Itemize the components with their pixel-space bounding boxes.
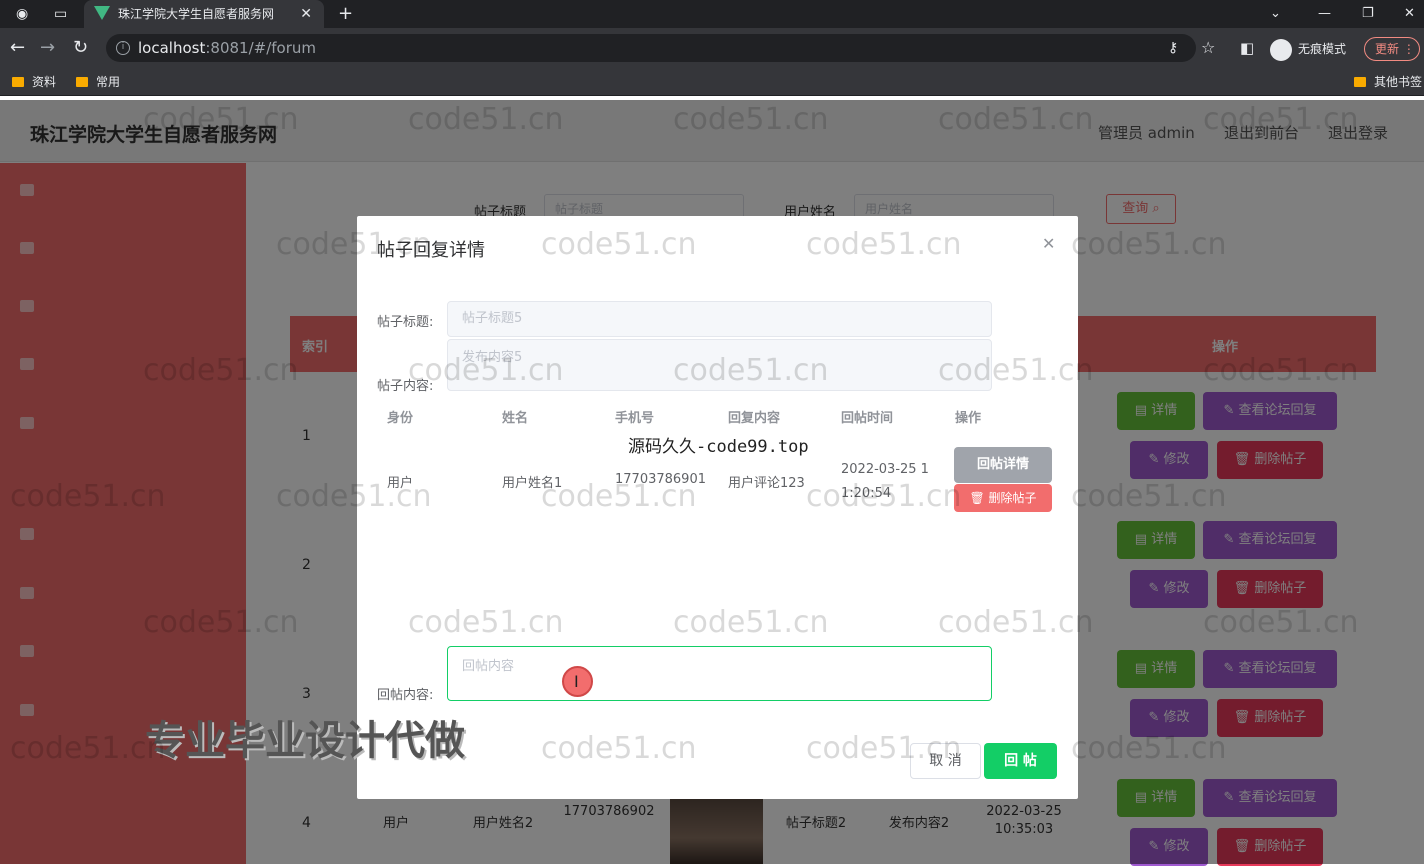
- browser-menu-icon[interactable]: ◉: [16, 0, 28, 28]
- tab-title: 珠江学院大学生自愿者服务网: [118, 7, 275, 21]
- watermark: code51.cn: [276, 227, 432, 262]
- post-title-label: 帖子标题:: [377, 315, 434, 330]
- other-bookmarks-label: 其他书签: [1374, 75, 1423, 89]
- tab-list-icon[interactable]: ⌄: [1270, 0, 1281, 28]
- promo-overlay-text: 专业毕业设计代做: [145, 718, 465, 764]
- forward-icon[interactable]: →: [40, 28, 55, 68]
- watermark: code51.cn: [938, 102, 1094, 137]
- folder-icon: [1354, 77, 1366, 87]
- new-tab-icon[interactable]: +: [338, 0, 353, 28]
- watermark: code51.cn: [673, 353, 829, 388]
- watermark: code51.cn: [541, 479, 697, 514]
- reply-textarea[interactable]: 回帖内容: [447, 646, 992, 701]
- watermark: code51.cn: [1071, 479, 1227, 514]
- watermark: code51.cn: [143, 353, 299, 388]
- site-info-icon[interactable]: i: [116, 41, 130, 55]
- post-title-field: 帖子标题5: [447, 301, 992, 337]
- watermark: code51.cn: [276, 479, 432, 514]
- key-icon[interactable]: ⚷: [1168, 28, 1178, 68]
- watermark: code51.cn: [1203, 605, 1359, 640]
- watermark: code51.cn: [143, 102, 299, 137]
- text-cursor-icon: I: [574, 672, 579, 691]
- reply-col-actions: 操作: [955, 411, 982, 426]
- star-icon[interactable]: ☆: [1201, 28, 1215, 68]
- incognito-indicator[interactable]: 无痕模式: [1270, 38, 1346, 61]
- update-label: 更新: [1375, 42, 1400, 56]
- reply-input-label: 回帖内容:: [377, 688, 434, 703]
- incognito-label: 无痕模式: [1298, 42, 1347, 56]
- watermark: code51.cn: [408, 353, 564, 388]
- watermark: code51.cn: [408, 102, 564, 137]
- reply-content: 用户评论123: [728, 476, 805, 491]
- browser-tab[interactable]: 珠江学院大学生自愿者服务网 ✕: [84, 0, 324, 28]
- reply-col-content: 回复内容: [728, 411, 781, 426]
- watermark: code51.cn: [10, 479, 166, 514]
- reply-detail-button[interactable]: 回帖详情: [954, 447, 1052, 483]
- watermark: code51.cn: [806, 731, 962, 766]
- center-overlay-text: 源码久久-code99.top: [628, 437, 809, 457]
- restore-icon[interactable]: ❐: [1362, 0, 1374, 28]
- tab-search-icon[interactable]: ▭: [54, 0, 67, 28]
- bookmark-changyong[interactable]: 常用: [76, 68, 120, 96]
- watermark: code51.cn: [408, 605, 564, 640]
- reply-col-time: 回帖时间: [841, 411, 894, 426]
- reply-col-name: 姓名: [502, 411, 529, 426]
- watermark: code51.cn: [806, 479, 962, 514]
- watermark: code51.cn: [10, 731, 166, 766]
- bookmark-label: 常用: [96, 75, 121, 89]
- reply-delete-label: 删除帖子: [988, 491, 1037, 505]
- watermark: code51.cn: [541, 227, 697, 262]
- reply-col-phone: 手机号: [615, 411, 655, 426]
- update-button[interactable]: 更新 ⋮: [1364, 37, 1420, 61]
- url-host: localhost: [138, 39, 206, 57]
- close-icon[interactable]: ✕: [1042, 234, 1055, 253]
- address-bar[interactable]: localhost:8081/#/forum: [106, 34, 1196, 62]
- bookmark-label: 资料: [32, 75, 57, 89]
- watermark: code51.cn: [143, 605, 299, 640]
- watermark: code51.cn: [541, 731, 697, 766]
- bookmarks-bar: [0, 68, 1424, 96]
- bookmark-ziliao[interactable]: 资料: [12, 68, 56, 96]
- minimize-icon[interactable]: —: [1318, 0, 1331, 28]
- reload-icon[interactable]: ↻: [73, 28, 88, 68]
- folder-icon: [12, 77, 24, 87]
- close-tab-icon[interactable]: ✕: [300, 0, 312, 28]
- watermark: code51.cn: [1071, 731, 1227, 766]
- watermark: code51.cn: [938, 605, 1094, 640]
- url-path: :8081/#/forum: [205, 39, 316, 57]
- watermark: code51.cn: [673, 605, 829, 640]
- watermark: code51.cn: [1203, 102, 1359, 137]
- watermark: code51.cn: [806, 227, 962, 262]
- sidepanel-icon[interactable]: ◧: [1240, 28, 1254, 68]
- other-bookmarks[interactable]: 其他书签: [1354, 68, 1422, 96]
- watermark: code51.cn: [938, 353, 1094, 388]
- watermark: code51.cn: [673, 102, 829, 137]
- close-window-icon[interactable]: ✕: [1404, 0, 1415, 28]
- reply-col-identity: 身份: [387, 411, 414, 426]
- folder-icon: [76, 77, 88, 87]
- back-icon[interactable]: ←: [10, 28, 25, 68]
- submit-reply-button[interactable]: 回 帖: [984, 743, 1057, 779]
- watermark: code51.cn: [1071, 227, 1227, 262]
- reply-delete-button[interactable]: 🗑 删除帖子: [954, 484, 1052, 512]
- watermark: code51.cn: [1203, 353, 1359, 388]
- vue-logo-icon: [94, 6, 110, 20]
- incognito-icon: [1270, 38, 1292, 61]
